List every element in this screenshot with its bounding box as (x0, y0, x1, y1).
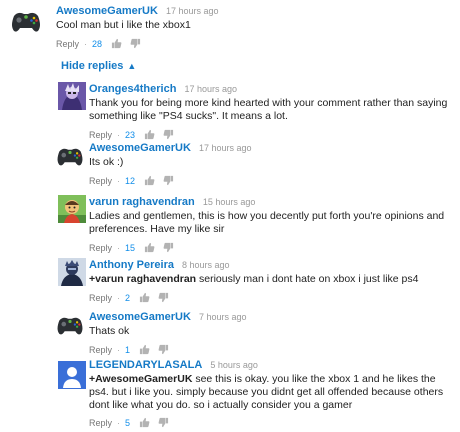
like-count: 2 (125, 293, 131, 303)
comment-text: Thank you for being more kind hearted wi… (89, 97, 448, 122)
comment-author[interactable]: LEGENDARYLASALA (89, 359, 202, 371)
comment-top: AwesomeGamerUK 17 hours ago Cool man but… (0, 0, 460, 52)
comment-text-body: seriously man i dont hate on xbox i just… (196, 273, 419, 285)
separator-dot: · (117, 176, 121, 186)
reply-button[interactable]: Reply (89, 243, 112, 253)
thumbs-up-icon[interactable] (139, 344, 150, 355)
comment-text: Thats ok (89, 325, 130, 337)
thumbs-down-icon[interactable] (158, 417, 169, 428)
thumbs-up-icon[interactable] (144, 175, 155, 186)
like-count: 5 (125, 418, 131, 428)
user-mention[interactable]: +varun raghavendran (89, 273, 196, 285)
comment-timestamp[interactable]: 7 hours ago (199, 312, 247, 322)
thumbs-up-icon[interactable] (144, 242, 155, 253)
xbox-controller-icon (12, 12, 40, 32)
comment-timestamp[interactable]: 15 hours ago (203, 197, 256, 207)
reply-button[interactable]: Reply (89, 176, 112, 186)
purple-anime-avatar-icon (58, 82, 86, 110)
separator-dot: · (117, 243, 121, 253)
separator-dot: · (84, 39, 88, 49)
thumbs-up-icon[interactable] (139, 292, 150, 303)
comment-author[interactable]: AwesomeGamerUK (89, 142, 191, 154)
reply-comment: AwesomeGamerUK 7 hours ago Thats ok Repl… (0, 306, 460, 355)
comment-timestamp[interactable]: 17 hours ago (199, 143, 252, 153)
reply-button[interactable]: Reply (56, 39, 79, 49)
comment-author[interactable]: AwesomeGamerUK (56, 5, 158, 17)
comment-timestamp[interactable]: 17 hours ago (184, 84, 237, 94)
thumbs-down-icon[interactable] (158, 344, 169, 355)
separator-dot: · (117, 293, 121, 303)
reply-button[interactable]: Reply (89, 293, 112, 303)
separator-dot: · (117, 345, 121, 355)
comment-text: Cool man but i like the xbox1 (56, 19, 191, 31)
comment-timestamp[interactable]: 17 hours ago (166, 6, 219, 16)
separator-dot: · (117, 418, 121, 428)
comment-text: Its ok :) (89, 156, 124, 168)
reply-button[interactable]: Reply (89, 418, 112, 428)
avatar[interactable] (54, 310, 86, 340)
avatar[interactable] (54, 141, 86, 171)
default-user-avatar-icon (58, 361, 86, 389)
thumbs-down-icon[interactable] (130, 38, 141, 49)
user-mention[interactable]: +AwesomeGamerUK (89, 373, 192, 385)
thumbs-up-icon[interactable] (139, 417, 150, 428)
chevron-up-icon: ▲ (127, 61, 137, 71)
comment-text: Ladies and gentlemen, this is how you de… (89, 210, 445, 235)
comment-text: +varun raghavendran seriously man i dont… (89, 273, 454, 286)
thumbs-down-icon[interactable] (163, 242, 174, 253)
hide-replies-button[interactable]: Hide replies ▲ (61, 60, 136, 72)
reply-button[interactable]: Reply (89, 345, 112, 355)
avatar[interactable] (58, 258, 86, 286)
reply-comment: Anthony Pereira 8 hours ago +varun ragha… (0, 254, 460, 303)
like-count: 12 (125, 176, 136, 186)
dark-figure-avatar-icon (58, 258, 86, 286)
thumbs-up-icon[interactable] (111, 38, 122, 49)
thumbs-down-icon[interactable] (158, 292, 169, 303)
thumbs-down-icon[interactable] (163, 175, 174, 186)
comment-author[interactable]: AwesomeGamerUK (89, 311, 191, 323)
comment-author[interactable]: Anthony Pereira (89, 259, 174, 271)
avatar[interactable] (58, 195, 86, 223)
avatar[interactable] (58, 82, 86, 110)
cartoon-avatar-icon (58, 195, 86, 223)
reply-comment: varun raghavendran 15 hours ago Ladies a… (0, 191, 460, 253)
like-count: 15 (125, 243, 136, 253)
comment-text: +AwesomeGamerUK see this is okay. you li… (89, 373, 457, 412)
comment-author[interactable]: Oranges4therich (89, 83, 176, 95)
like-count: 28 (92, 39, 103, 49)
reply-comment: AwesomeGamerUK 17 hours ago Its ok :) Re… (0, 137, 460, 187)
reply-comment: Oranges4therich 17 hours ago Thank you f… (0, 78, 460, 140)
avatar[interactable] (58, 361, 86, 389)
like-count: 1 (125, 345, 131, 355)
xbox-controller-icon (57, 148, 83, 166)
comment-timestamp[interactable]: 8 hours ago (182, 260, 230, 270)
avatar[interactable] (8, 6, 44, 36)
xbox-controller-icon (57, 317, 83, 335)
comment-timestamp[interactable]: 5 hours ago (210, 360, 258, 370)
hide-replies-label: Hide replies (61, 60, 124, 72)
reply-comment: LEGENDARYLASALA 5 hours ago +AwesomeGame… (0, 355, 460, 432)
comment-author[interactable]: varun raghavendran (89, 196, 195, 208)
